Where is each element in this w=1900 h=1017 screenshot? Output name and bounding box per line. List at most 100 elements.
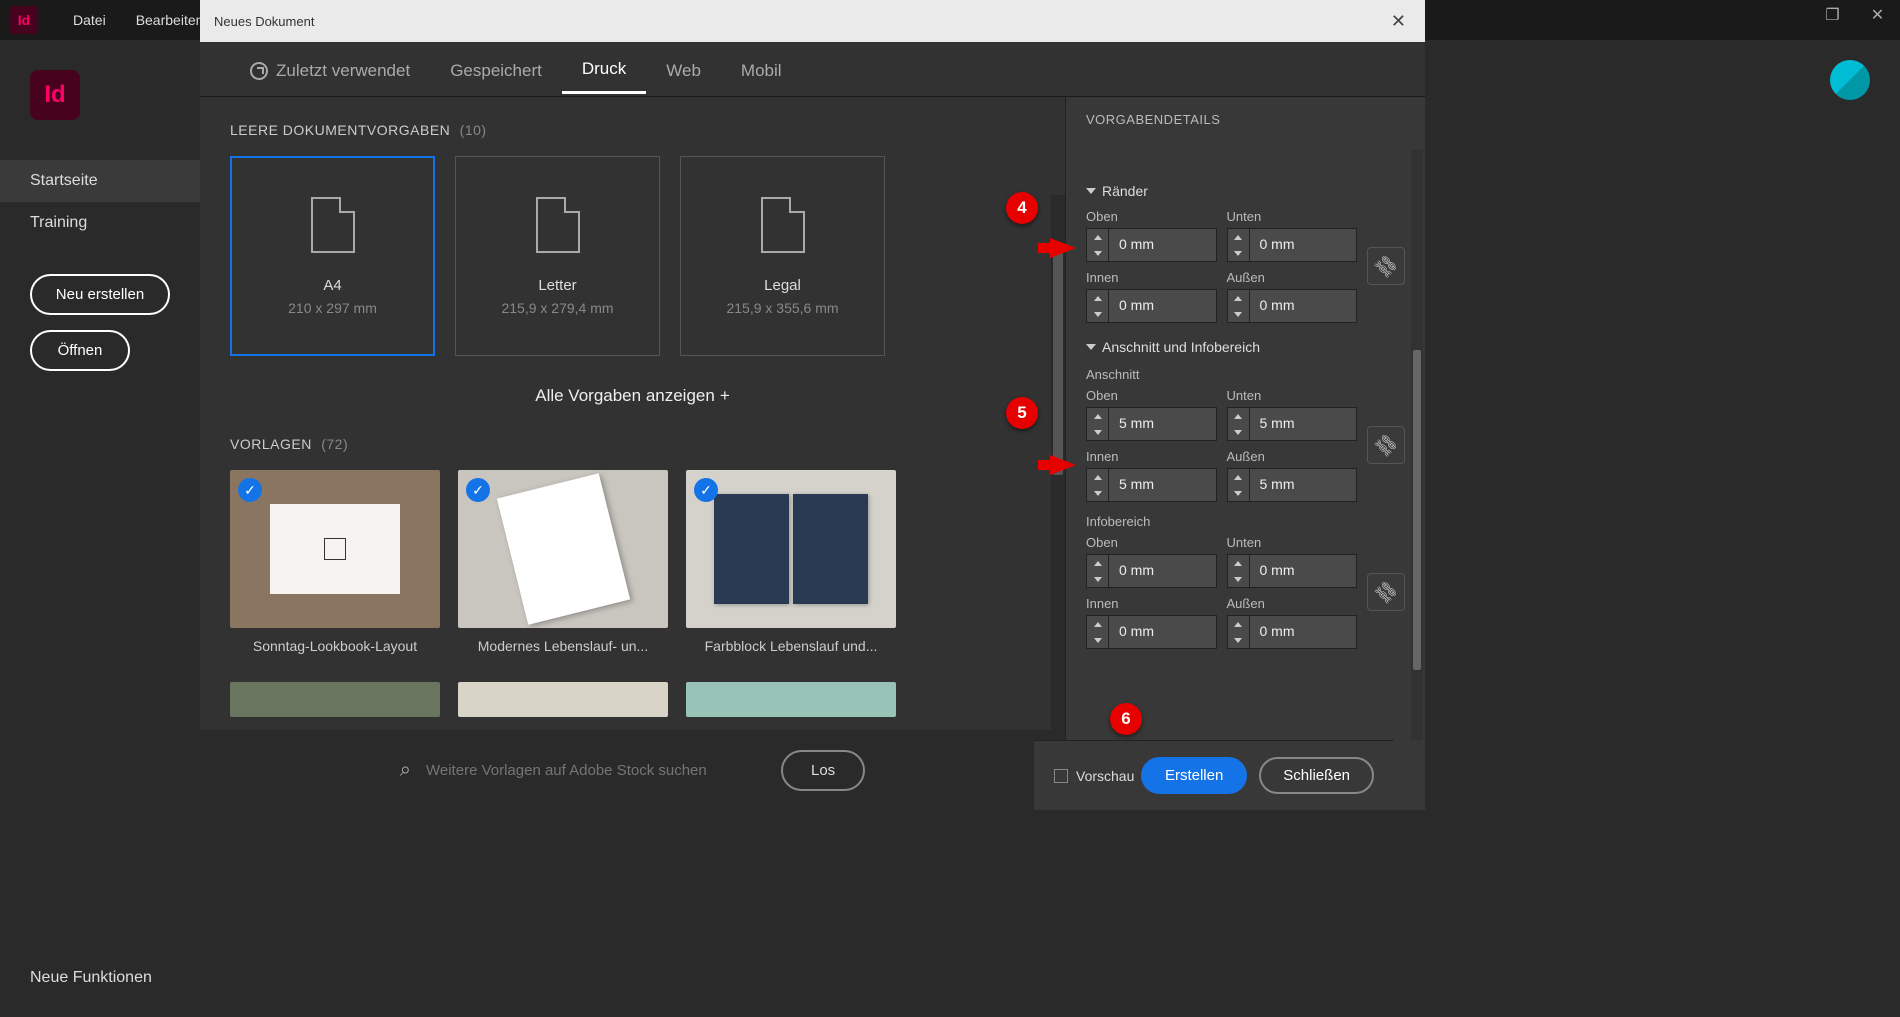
- label-slug-top: Oben: [1086, 535, 1217, 550]
- link-margins-button[interactable]: ⛓: [1367, 247, 1405, 285]
- label-slug-bottom: Unten: [1227, 535, 1358, 550]
- sidebar-item-training[interactable]: Training: [0, 202, 200, 244]
- annotation-badge-5: 5: [1006, 397, 1038, 429]
- sidebar-item-home[interactable]: Startseite: [0, 160, 200, 202]
- link-icon: ⛓: [1370, 250, 1401, 281]
- margin-inside-stepper[interactable]: 0 mm: [1086, 289, 1217, 323]
- preset-a4[interactable]: A4 210 x 297 mm: [230, 156, 435, 356]
- dialog-footer: Vorschau Erstellen Schließen: [1034, 740, 1394, 810]
- preset-legal[interactable]: Legal 215,9 x 355,6 mm: [680, 156, 885, 356]
- page-icon: [536, 197, 580, 253]
- template-thumb: ✓: [686, 470, 896, 628]
- creative-cloud-icon[interactable]: [1830, 60, 1870, 100]
- window-close-icon[interactable]: ✕: [1855, 0, 1900, 30]
- label-margin-bottom: Unten: [1227, 209, 1358, 224]
- margin-bottom-stepper[interactable]: 0 mm: [1227, 228, 1358, 262]
- template-name: Sonntag-Lookbook-Layout: [230, 628, 440, 664]
- dialog-title: Neues Dokument: [214, 14, 314, 29]
- new-document-dialog: Neues Dokument ✕ Zuletzt verwendet Gespe…: [200, 0, 1425, 810]
- slug-bottom-stepper[interactable]: 0 mm: [1227, 554, 1358, 588]
- annotation-badge-4: 4: [1006, 192, 1038, 224]
- chevron-down-icon: [1086, 344, 1096, 350]
- margin-top-stepper[interactable]: 0 mm: [1086, 228, 1217, 262]
- bleed-bottom-stepper[interactable]: 5 mm: [1227, 407, 1358, 441]
- annotation-arrow-4: [1050, 238, 1076, 258]
- left-scrollbar[interactable]: [1051, 195, 1065, 810]
- template-card[interactable]: [458, 682, 668, 717]
- label-slug-inside: Innen: [1086, 596, 1217, 611]
- template-name: Farbblock Lebenslauf und...: [686, 628, 896, 664]
- open-button[interactable]: Öffnen: [30, 330, 130, 371]
- preview-checkbox[interactable]: [1054, 769, 1068, 783]
- bleed-outside-stepper[interactable]: 5 mm: [1227, 468, 1358, 502]
- unlink-icon: ⛓: [1370, 576, 1401, 607]
- sidebar-new-features[interactable]: Neue Funktionen: [30, 969, 152, 987]
- owned-badge-icon: ✓: [466, 478, 490, 502]
- go-button[interactable]: Los: [781, 750, 865, 791]
- slug-inside-stepper[interactable]: 0 mm: [1086, 615, 1217, 649]
- show-all-presets[interactable]: Alle Vorgaben anzeigen+: [230, 376, 1035, 436]
- page-icon: [311, 197, 355, 253]
- link-slug-button[interactable]: ⛓: [1367, 573, 1405, 611]
- slug-outside-stepper[interactable]: 0 mm: [1227, 615, 1358, 649]
- template-card[interactable]: ✓ Modernes Lebenslauf- un...: [458, 470, 668, 664]
- template-card[interactable]: [230, 682, 440, 717]
- template-card[interactable]: ✓ Farbblock Lebenslauf und...: [686, 470, 896, 664]
- tab-saved[interactable]: Gespeichert: [430, 46, 562, 93]
- close-button[interactable]: Schließen: [1259, 757, 1374, 794]
- preset-dimensions: 215,9 x 355,6 mm: [726, 300, 838, 316]
- create-button[interactable]: Erstellen: [1141, 757, 1247, 794]
- tab-recent[interactable]: Zuletzt verwendet: [230, 46, 430, 93]
- margin-outside-stepper[interactable]: 0 mm: [1227, 289, 1358, 323]
- link-bleed-button[interactable]: ⛓: [1367, 426, 1405, 464]
- clock-icon: [250, 62, 268, 80]
- dialog-tabs: Zuletzt verwendet Gespeichert Druck Web …: [200, 42, 1425, 97]
- stock-search-bar: ⌕ Los: [200, 730, 1065, 810]
- details-scrollbar[interactable]: [1411, 150, 1423, 740]
- stock-search-input[interactable]: [426, 762, 766, 779]
- template-card[interactable]: ✓ Sonntag-Lookbook-Layout: [230, 470, 440, 664]
- bleed-slug-collapse[interactable]: Anschnitt und Infobereich: [1086, 339, 1405, 355]
- preset-name: A4: [323, 277, 341, 294]
- tab-web[interactable]: Web: [646, 46, 721, 93]
- dialog-title-bar: Neues Dokument ✕: [200, 0, 1425, 42]
- margins-collapse[interactable]: Ränder: [1086, 183, 1405, 199]
- preset-dimensions: 210 x 297 mm: [288, 300, 377, 316]
- new-document-button[interactable]: Neu erstellen: [30, 274, 170, 315]
- preset-dimensions: 215,9 x 279,4 mm: [501, 300, 613, 316]
- label-margin-top: Oben: [1086, 209, 1217, 224]
- template-thumb: ✓: [458, 470, 668, 628]
- menu-file[interactable]: Datei: [58, 12, 121, 28]
- template-thumb: [458, 682, 668, 717]
- tab-print[interactable]: Druck: [562, 44, 646, 94]
- template-name: Modernes Lebenslauf- un...: [458, 628, 668, 664]
- template-card[interactable]: [686, 682, 896, 717]
- bleed-label: Anschnitt: [1086, 367, 1405, 382]
- presets-pane: LEERE DOKUMENTVORGABEN (10) A4 210 x 297…: [200, 97, 1065, 810]
- presets-heading: LEERE DOKUMENTVORGABEN (10): [230, 122, 1035, 138]
- dialog-close-icon[interactable]: ✕: [1386, 11, 1411, 32]
- chevron-down-icon: [1086, 188, 1096, 194]
- bleed-top-stepper[interactable]: 5 mm: [1086, 407, 1217, 441]
- label-bleed-outside: Außen: [1227, 449, 1358, 464]
- preset-letter[interactable]: Letter 215,9 x 279,4 mm: [455, 156, 660, 356]
- window-restore-icon[interactable]: ❐: [1810, 0, 1855, 30]
- annotation-arrow-5: [1050, 455, 1076, 475]
- slug-top-stepper[interactable]: 0 mm: [1086, 554, 1217, 588]
- search-icon: ⌕: [400, 759, 411, 782]
- preset-name: Legal: [764, 277, 801, 294]
- details-title: VORGABENDETAILS: [1086, 112, 1405, 127]
- owned-badge-icon: ✓: [694, 478, 718, 502]
- tab-mobile[interactable]: Mobil: [721, 46, 802, 93]
- template-thumb: [686, 682, 896, 717]
- annotation-badge-6: 6: [1110, 703, 1142, 735]
- label-margin-outside: Außen: [1227, 270, 1358, 285]
- label-bleed-inside: Innen: [1086, 449, 1217, 464]
- page-icon: [761, 197, 805, 253]
- app-icon-large: Id: [30, 70, 80, 120]
- templates-heading: VORLAGEN (72): [230, 436, 1035, 452]
- preset-name: Letter: [538, 277, 576, 294]
- link-icon: ⛓: [1370, 429, 1401, 460]
- label-bleed-top: Oben: [1086, 388, 1217, 403]
- bleed-inside-stepper[interactable]: 5 mm: [1086, 468, 1217, 502]
